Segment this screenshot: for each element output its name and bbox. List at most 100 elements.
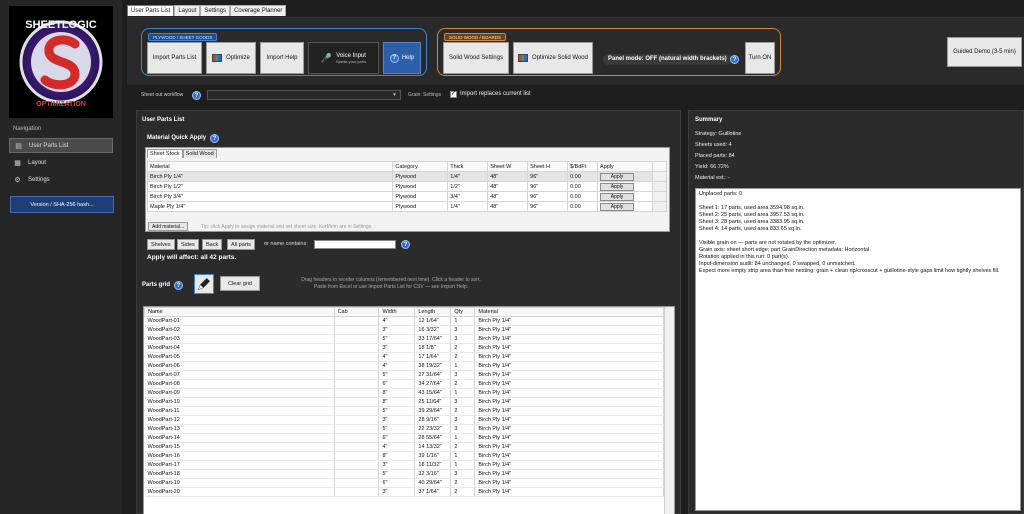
table-row[interactable]: WoodPart-17 3" 18 11/32" 1 Birch Ply 1/4" [144, 460, 664, 470]
part-cab-cell[interactable] [334, 451, 380, 461]
apply-button[interactable]: Apply [600, 202, 635, 211]
table-row[interactable]: WoodPart-07 5" 27 31/64" 3 Birch Ply 1/4" [144, 370, 664, 380]
turn-on-button[interactable]: Turn ON [745, 42, 775, 74]
part-name-cell[interactable]: WoodPart-15 [144, 442, 335, 452]
part-material-cell[interactable]: Birch Ply 1/4" [474, 451, 664, 461]
part-qty-cell[interactable]: 1 [450, 433, 476, 443]
part-name-cell[interactable]: WoodPart-11 [144, 406, 335, 416]
part-qty-cell[interactable]: 3 [450, 397, 476, 407]
part-cab-cell[interactable] [334, 406, 380, 416]
filter-back-button[interactable]: Back [202, 239, 223, 250]
col-price[interactable]: $/BdFt [567, 161, 599, 172]
part-length-cell[interactable]: 37 1/64" [414, 487, 452, 497]
col-category[interactable]: Category [392, 161, 449, 172]
part-name-cell[interactable]: WoodPart-13 [144, 424, 335, 434]
part-name-cell[interactable]: WoodPart-08 [144, 379, 335, 389]
part-material-cell[interactable]: Birch Ply 1/4" [474, 370, 664, 380]
col-length[interactable]: Length [414, 307, 452, 317]
part-length-cell[interactable]: 34 27/64" [414, 379, 452, 389]
part-length-cell[interactable]: 18 1/8" [414, 343, 452, 353]
table-row[interactable]: WoodPart-05 4" 17 1/64" 2 Birch Ply 1/4" [144, 352, 664, 362]
part-cab-cell[interactable] [334, 361, 380, 371]
part-length-cell[interactable]: 27 31/64" [414, 370, 452, 380]
part-length-cell[interactable]: 39 1/16" [414, 451, 452, 461]
part-material-cell[interactable]: Birch Ply 1/4" [474, 433, 664, 443]
material-row[interactable]: Birch Ply 1/4" Plywood 1/4" 48" 96" 0.00 Apply [146, 171, 668, 182]
part-qty-cell[interactable]: 3 [450, 334, 476, 344]
part-width-cell[interactable]: 3" [378, 325, 416, 335]
part-material-cell[interactable]: Birch Ply 1/4" [474, 487, 664, 497]
part-name-cell[interactable]: WoodPart-06 [144, 361, 335, 371]
table-row[interactable]: WoodPart-16 8" 39 1/16" 1 Birch Ply 1/4" [144, 451, 664, 461]
optimize-solid-wood-button[interactable]: Optimize Solid Wood [513, 42, 593, 74]
part-cab-cell[interactable] [334, 478, 380, 488]
apply-button[interactable]: Apply [600, 192, 635, 201]
part-cab-cell[interactable] [334, 352, 380, 362]
table-row[interactable]: WoodPart-08 6" 34 27/64" 2 Birch Ply 1/4" [144, 379, 664, 389]
part-qty-cell[interactable]: 2 [450, 352, 476, 362]
part-qty-cell[interactable]: 3 [450, 370, 476, 380]
part-qty-cell[interactable]: 3 [450, 424, 476, 434]
part-cab-cell[interactable] [334, 388, 380, 398]
part-width-cell[interactable]: 8" [378, 451, 416, 461]
part-name-cell[interactable]: WoodPart-20 [144, 487, 335, 497]
col-sheet-w[interactable]: Sheet W [487, 161, 529, 172]
part-width-cell[interactable]: 3" [378, 343, 416, 353]
part-qty-cell[interactable]: 1 [450, 451, 476, 461]
part-material-cell[interactable]: Birch Ply 1/4" [474, 415, 664, 425]
part-qty-cell[interactable]: 1 [450, 460, 476, 470]
part-qty-cell[interactable]: 2 [450, 487, 476, 497]
filter-shelves-button[interactable]: Shelves [147, 239, 175, 250]
part-material-cell[interactable]: Birch Ply 1/4" [474, 478, 664, 488]
apply-button[interactable]: Apply [600, 172, 635, 181]
part-material-cell[interactable]: Birch Ply 1/4" [474, 469, 664, 479]
col-part-material[interactable]: Material [474, 307, 664, 317]
workflow-select[interactable]: ▼ [207, 90, 401, 100]
table-row[interactable]: WoodPart-15 4" 14 13/32" 2 Birch Ply 1/4" [144, 442, 664, 452]
col-thick[interactable]: Thick [447, 161, 489, 172]
part-material-cell[interactable]: Birch Ply 1/4" [474, 352, 664, 362]
table-row[interactable]: WoodPart-09 8" 43 15/64" 1 Birch Ply 1/4" [144, 388, 664, 398]
tab-settings[interactable]: Settings [200, 5, 231, 16]
sidebar-item-user-parts-list[interactable]: ▤ User Parts List [9, 138, 113, 153]
part-qty-cell[interactable]: 2 [450, 442, 476, 452]
table-row[interactable]: WoodPart-12 3" 28 9/16" 3 Birch Ply 1/4" [144, 415, 664, 425]
mqa-help-icon[interactable]: ? [210, 134, 219, 143]
part-width-cell[interactable]: 3" [378, 415, 416, 425]
table-row[interactable]: WoodPart-20 3" 37 1/64" 2 Birch Ply 1/4" [144, 487, 664, 497]
part-width-cell[interactable]: 8" [378, 388, 416, 398]
part-name-cell[interactable]: WoodPart-07 [144, 370, 335, 380]
part-length-cell[interactable]: 12 1/64" [414, 316, 452, 326]
part-length-cell[interactable]: 40 29/64" [414, 478, 452, 488]
material-row[interactable]: Maple Ply 1/4" Plywood 1/4" 48" 96" 0.00 Apply [146, 201, 668, 212]
part-cab-cell[interactable] [334, 442, 380, 452]
part-material-cell[interactable]: Birch Ply 1/4" [474, 406, 664, 416]
table-row[interactable]: WoodPart-18 5" 32 3/16" 3 Birch Ply 1/4" [144, 469, 664, 479]
part-width-cell[interactable]: 4" [378, 442, 416, 452]
part-name-cell[interactable]: WoodPart-10 [144, 397, 335, 407]
part-width-cell[interactable]: 5" [378, 424, 416, 434]
part-width-cell[interactable]: 8" [378, 397, 416, 407]
table-row[interactable]: WoodPart-03 5" 33 17/64" 3 Birch Ply 1/4" [144, 334, 664, 344]
part-qty-cell[interactable]: 2 [450, 478, 476, 488]
part-cab-cell[interactable] [334, 487, 380, 497]
part-qty-cell[interactable]: 2 [450, 379, 476, 389]
solid-wood-settings-button[interactable]: Solid Wood Settings [443, 42, 509, 74]
filter-all-parts-button[interactable]: All parts [227, 239, 255, 250]
part-length-cell[interactable]: 28 9/16" [414, 415, 452, 425]
table-row[interactable]: WoodPart-04 3" 18 1/8" 2 Birch Ply 1/4" [144, 343, 664, 353]
tab-coverage-planner[interactable]: Coverage Planner [230, 5, 287, 16]
table-row[interactable]: WoodPart-11 5" 39 29/64" 2 Birch Ply 1/4" [144, 406, 664, 416]
part-length-cell[interactable]: 43 15/64" [414, 388, 452, 398]
tab-user-parts-list[interactable]: User Parts List [127, 5, 175, 16]
table-row[interactable]: WoodPart-13 5" 22 23/32" 3 Birch Ply 1/4" [144, 424, 664, 434]
workflow-help-icon[interactable]: ? [192, 91, 201, 100]
part-cab-cell[interactable] [334, 469, 380, 479]
tab-solid-wood[interactable]: Solid Wood [182, 149, 217, 158]
part-length-cell[interactable]: 14 13/32" [414, 442, 452, 452]
part-material-cell[interactable]: Birch Ply 1/4" [474, 442, 664, 452]
part-name-cell[interactable]: WoodPart-02 [144, 325, 335, 335]
part-cab-cell[interactable] [334, 316, 380, 326]
part-cab-cell[interactable] [334, 460, 380, 470]
part-name-cell[interactable]: WoodPart-05 [144, 352, 335, 362]
